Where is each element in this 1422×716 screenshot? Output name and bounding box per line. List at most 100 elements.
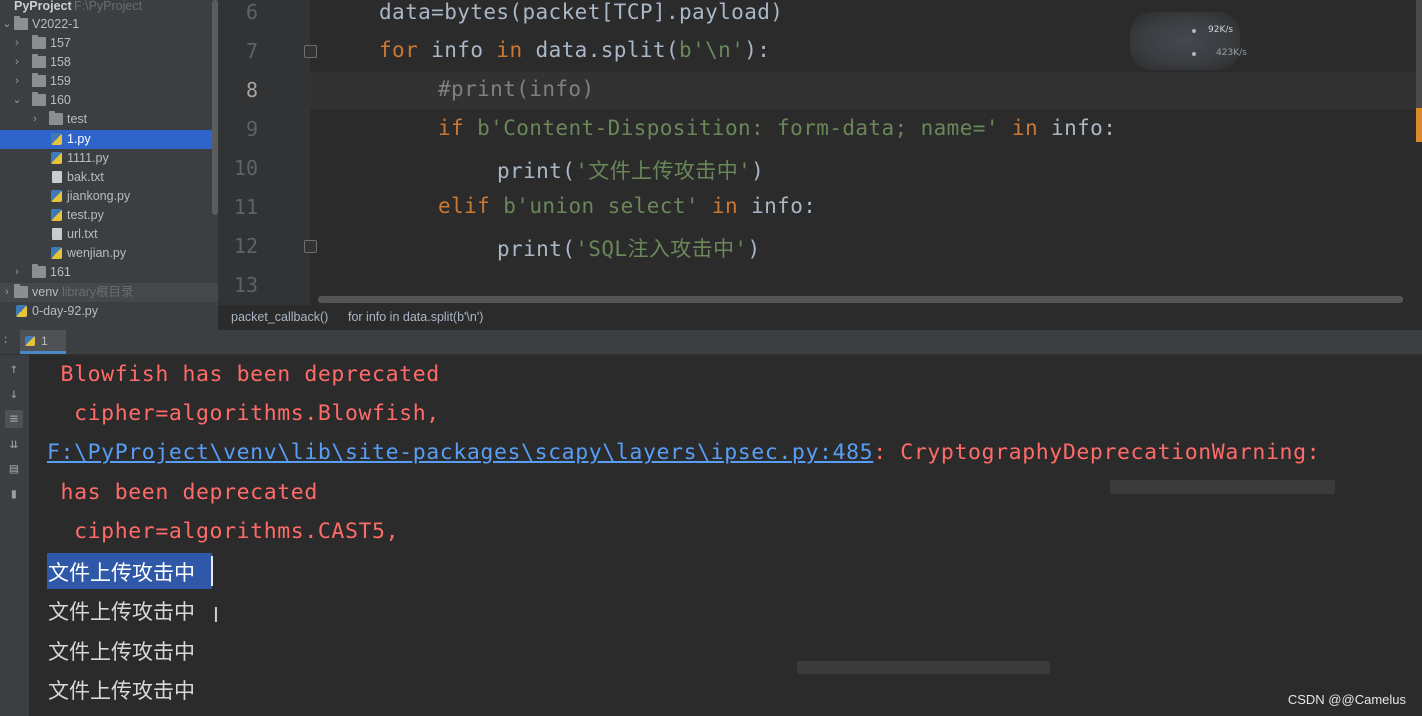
tree-item-1-py[interactable]: 1.py (0, 130, 218, 149)
code-text: info: (1038, 116, 1117, 140)
redacted-text (797, 661, 1050, 674)
line-number: 11 (233, 195, 258, 219)
chevron-right-icon[interactable]: › (12, 72, 22, 91)
chevron-right-icon[interactable]: › (12, 34, 22, 53)
watermark: CSDN @@Camelus (1287, 692, 1406, 707)
tree-item-label: test (67, 112, 88, 126)
console-output-line: 文件上传攻击中 (48, 640, 195, 664)
code-keyword: in (496, 38, 523, 62)
chevron-right-icon[interactable]: › (30, 110, 40, 129)
tree-item-157[interactable]: › 157 (0, 34, 218, 53)
code-string: b'Content-Disposition: form-data; name=' (464, 116, 999, 140)
line-number: 13 (233, 273, 258, 297)
folder-icon (32, 264, 46, 278)
arrow-down-icon[interactable]: ↓ (5, 385, 23, 403)
text-file-icon (52, 171, 62, 183)
tree-root[interactable]: PyProject F:\PyProject (0, 0, 218, 16)
fold-marker-icon[interactable] (304, 240, 317, 253)
tree-item-158[interactable]: › 158 (0, 53, 218, 72)
code-text: info: (738, 194, 817, 218)
console-line: cipher=algorithms.Blowfish, (47, 401, 440, 426)
code-line-10: print('文件上传攻击中') (497, 155, 764, 185)
console-warning-text: : CryptographyDeprecationWarning: (873, 440, 1321, 465)
download-dot-icon (1192, 52, 1196, 56)
run-toolbar: ↑ ↓ ≡ ⇊ ▤ ▮ (0, 355, 29, 716)
code-text: ) (747, 237, 761, 261)
scroll-to-end-icon[interactable]: ⇊ (5, 435, 23, 453)
python-file-icon (16, 305, 27, 317)
tree-item-suffix: library根目录 (62, 285, 134, 299)
code-line-7: for info in data.split(b'\n'): (379, 38, 770, 62)
tree-item-url-txt[interactable]: url.txt (0, 225, 218, 244)
console-output-line: 文件上传攻击中 (48, 679, 195, 703)
code-keyword: in (998, 116, 1038, 140)
project-path: F:\PyProject (74, 0, 143, 13)
upload-speed: 92K/s (1208, 25, 1234, 35)
code-string: 'SQL注入攻击中' (575, 237, 748, 261)
python-file-icon (51, 152, 62, 164)
code-line-6: data=bytes(packet[TCP].payload) (379, 0, 783, 24)
tree-item-venv[interactable]: › venv library根目录 (0, 283, 218, 302)
python-file-icon (51, 190, 62, 202)
soft-wrap-icon[interactable]: ≡ (5, 410, 23, 428)
line-number: 7 (245, 39, 258, 63)
tree-item-159[interactable]: › 159 (0, 72, 218, 91)
fold-marker-icon[interactable] (304, 45, 317, 58)
scrollbar-warning-marker[interactable] (1416, 108, 1422, 142)
tree-item-label: 1111.py (67, 151, 109, 165)
python-file-icon (51, 133, 62, 145)
python-file-icon (51, 247, 62, 259)
code-line-8: #print(info) (438, 77, 595, 101)
chevron-right-icon[interactable]: › (12, 53, 22, 72)
tree-item-test-folder[interactable]: › test (0, 110, 218, 129)
arrow-up-icon[interactable]: ↑ (5, 360, 23, 378)
tree-item-label: url.txt (67, 227, 98, 241)
tree-item-label: 159 (50, 74, 71, 88)
chevron-right-icon[interactable]: › (2, 283, 12, 302)
chevron-right-icon[interactable]: › (12, 263, 22, 282)
project-tree: PyProject F:\PyProject ⌄ V2022-1 › 157 ›… (0, 0, 218, 330)
tree-item-label: wenjian.py (67, 246, 127, 260)
line-number: 9 (245, 117, 258, 141)
panel-menu-icon[interactable]: : (2, 332, 9, 346)
editor-horizontal-scrollbar[interactable] (318, 296, 1403, 303)
tree-item-0-day-92-py[interactable]: 0-day-92.py (0, 302, 218, 321)
tab-run-1[interactable]: 1 (20, 330, 66, 354)
chevron-down-icon[interactable]: ⌄ (2, 15, 12, 34)
print-icon[interactable]: ▤ (5, 460, 23, 478)
chevron-down-icon[interactable]: ⌄ (12, 91, 22, 110)
console-output-line-selected: 文件上传攻击中 (48, 561, 195, 585)
folder-icon (32, 92, 46, 106)
text-caret (211, 556, 213, 586)
tree-item-label: 161 (50, 265, 71, 279)
folder-icon (14, 16, 28, 30)
tree-item-wenjian-py[interactable]: wenjian.py (0, 244, 218, 263)
trash-icon[interactable]: ▮ (5, 485, 23, 503)
tree-item-label: venv (32, 285, 59, 299)
code-line-12: print('SQL注入攻击中') (497, 233, 761, 263)
tree-item-label: bak.txt (67, 170, 104, 184)
tree-item-v2022-1[interactable]: ⌄ V2022-1 (0, 15, 218, 34)
folder-icon (14, 284, 28, 298)
breadcrumb-item-loop[interactable]: for info in data.split(b'\n') (348, 310, 483, 324)
tree-item-jiankong-py[interactable]: jiankong.py (0, 187, 218, 206)
tab-label: 1 (41, 334, 48, 348)
tree-item-label: 157 (50, 36, 71, 50)
code-keyword: elif (438, 194, 491, 218)
folder-icon (32, 73, 46, 87)
tree-item-160[interactable]: ⌄ 160 (0, 91, 218, 110)
tree-item-161[interactable]: › 161 (0, 263, 218, 282)
folder-icon (32, 54, 46, 68)
code-text: ): (744, 38, 771, 62)
tree-item-test-py[interactable]: test.py (0, 206, 218, 225)
code-keyword: if (438, 116, 465, 140)
console-line: cipher=algorithms.CAST5, (47, 519, 400, 544)
tree-item-label: test.py (67, 208, 104, 222)
console-file-link[interactable]: F:\PyProject\venv\lib\site-packages\scap… (47, 440, 873, 465)
tree-item-bak-txt[interactable]: bak.txt (0, 168, 218, 187)
tree-item-label: V2022-1 (32, 17, 80, 31)
breadcrumb-item-function[interactable]: packet_callback() (231, 310, 328, 324)
mouse-cursor-ibeam-icon: I (213, 603, 219, 627)
tree-item-1111-py[interactable]: 1111.py (0, 149, 218, 168)
tree-item-label: 0-day-92.py (32, 304, 99, 318)
